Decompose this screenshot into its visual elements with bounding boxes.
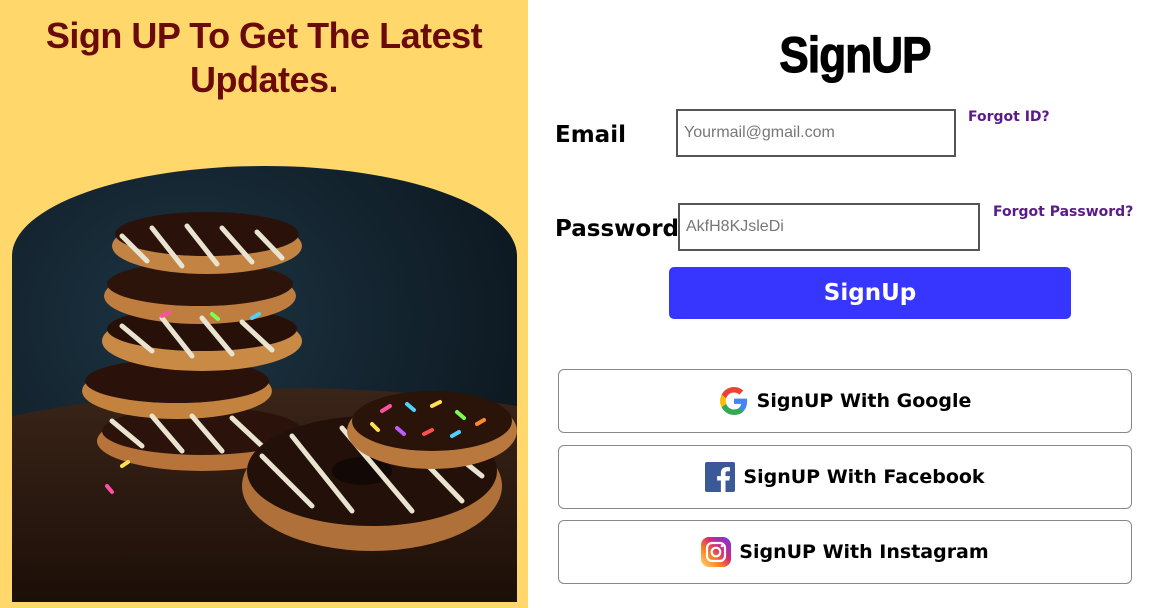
forgot-password-link[interactable]: Forgot Password?	[993, 204, 1133, 220]
google-icon	[719, 386, 749, 416]
signup-button[interactable]: SignUp	[669, 267, 1071, 319]
promo-title: Sign UP To Get The Latest Updates.	[45, 15, 483, 100]
google-signup-button[interactable]: SignUP With Google	[558, 369, 1132, 433]
facebook-icon	[705, 462, 736, 492]
forgot-id-link[interactable]: Forgot ID?	[968, 109, 1050, 125]
email-label: Email	[555, 122, 626, 148]
donut-photo	[12, 166, 517, 602]
password-label: Password	[555, 216, 679, 242]
promo-panel: Sign UP To Get The Latest Updates.	[0, 0, 528, 608]
form-title: SignUP	[779, 26, 932, 83]
instagram-signup-button[interactable]: SignUP With Instagram	[558, 520, 1132, 584]
facebook-signup-button[interactable]: SignUP With Facebook	[558, 445, 1132, 509]
instagram-signup-label: SignUP With Instagram	[739, 541, 989, 563]
instagram-icon	[701, 537, 732, 567]
facebook-signup-label: SignUP With Facebook	[743, 466, 985, 488]
email-input[interactable]	[676, 109, 956, 157]
signup-form-panel: SignUP Email Forgot ID? Password Forgot …	[528, 0, 1152, 608]
password-input[interactable]	[678, 203, 980, 251]
google-signup-label: SignUP With Google	[756, 390, 972, 412]
